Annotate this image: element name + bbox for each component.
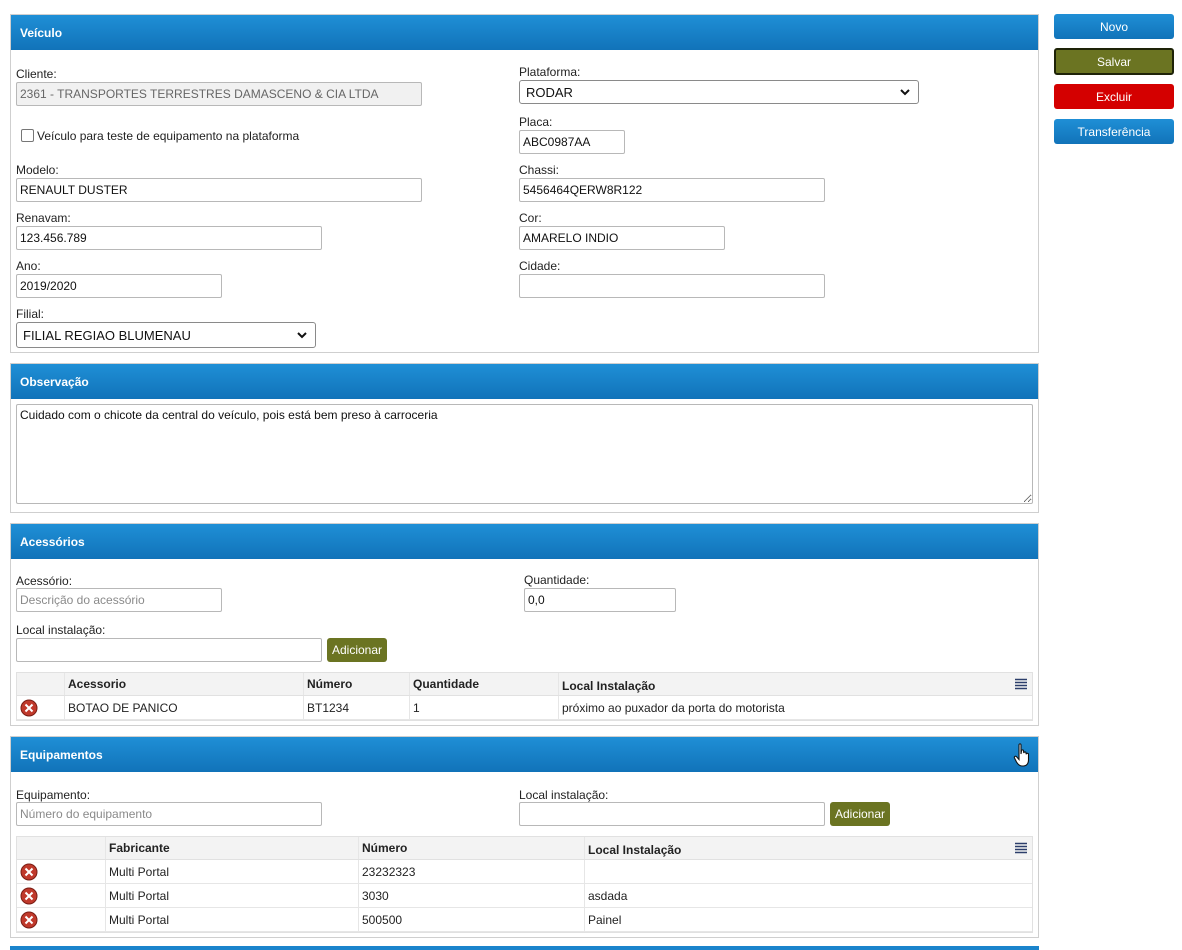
equipamentos-header[interactable]: Equipamentos	[11, 737, 1038, 772]
chevron-down-icon	[900, 89, 910, 96]
equipamento-local-input[interactable]	[519, 802, 825, 826]
plataforma-label: Plataforma:	[519, 65, 581, 79]
delete-cell	[17, 908, 105, 931]
table-cell: Multi Portal	[105, 884, 358, 907]
acessorio-local-input[interactable]	[16, 638, 322, 662]
placa-label: Placa:	[519, 115, 553, 129]
table-cell: Multi Portal	[105, 908, 358, 931]
table-cell: asdada	[584, 884, 1034, 907]
table-cell: 3030	[358, 884, 584, 907]
header-cell: Número	[358, 837, 584, 859]
table-row: BOTAO DE PANICO BT1234 1 próximo ao puxa…	[17, 696, 1032, 720]
plataforma-select[interactable]: RODAR	[519, 80, 919, 104]
cidade-field[interactable]	[519, 274, 825, 298]
header-cell: Local Instalação	[584, 837, 1034, 859]
acessorio-local-label: Local instalação:	[16, 623, 106, 637]
acessorios-table: Acessorio Número Quantidade Local Instal…	[16, 672, 1033, 721]
table-cell: Multi Portal	[105, 860, 358, 883]
table-cell: BOTAO DE PANICO	[64, 696, 303, 719]
cliente-field[interactable]	[16, 82, 422, 106]
ano-label: Ano:	[16, 259, 41, 273]
modelo-label: Modelo:	[16, 163, 59, 177]
delete-circle-icon[interactable]	[20, 887, 38, 905]
acessorio-label: Acessório:	[16, 574, 73, 588]
table-header: Fabricante Número Local Instalação	[17, 837, 1032, 860]
equipamentos-title: Equipamentos	[20, 747, 103, 762]
header-cell: Número	[303, 673, 409, 695]
plataforma-value: RODAR	[526, 84, 573, 100]
hand-pointer-icon	[1013, 743, 1030, 767]
table-row: Multi Portal 23232323	[17, 860, 1032, 884]
observacao-textarea[interactable]: Cuidado com o chicote da central do veíc…	[16, 404, 1033, 504]
veiculo-title: Veículo	[20, 25, 63, 40]
delete-circle-icon[interactable]	[20, 911, 38, 929]
header-cell: Quantidade	[409, 673, 558, 695]
table-cell: 23232323	[358, 860, 584, 883]
excluir-button[interactable]: Excluir	[1054, 84, 1174, 109]
renavam-label: Renavam:	[16, 211, 71, 225]
delete-circle-icon[interactable]	[20, 863, 38, 881]
novo-button[interactable]: Novo	[1054, 14, 1174, 39]
table-header: Acessorio Número Quantidade Local Instal…	[17, 673, 1032, 696]
header-cell-blank	[17, 673, 64, 695]
modelo-field[interactable]	[16, 178, 422, 202]
veiculo-panel: Veículo Cliente: Plataforma: RODAR Veícu…	[10, 14, 1039, 353]
column-menu-icon[interactable]	[1014, 841, 1028, 855]
table-row: Multi Portal 500500 Painel	[17, 908, 1032, 932]
teste-label: Veículo para teste de equipamento na pla…	[37, 129, 300, 143]
header-cell: Local Instalação	[558, 673, 1034, 695]
equipamento-local-label: Local instalação:	[519, 788, 609, 802]
ano-field[interactable]	[16, 274, 222, 298]
equipamentos-panel: Equipamentos Equipamento: Local instalaç…	[10, 736, 1039, 938]
veiculo-header: Veículo	[11, 15, 1038, 50]
chevron-down-icon	[297, 332, 307, 339]
placa-field[interactable]	[519, 130, 625, 154]
cliente-label: Cliente:	[16, 67, 57, 81]
transferencia-button[interactable]: Transferência	[1054, 119, 1174, 144]
equipamentos-table: Fabricante Número Local Instalação Multi…	[16, 836, 1033, 933]
table-cell: 1	[409, 696, 558, 719]
quantidade-label: Quantidade:	[524, 573, 590, 587]
equipamento-input[interactable]	[16, 802, 322, 826]
observacao-header: Observação	[11, 364, 1038, 399]
chassi-field[interactable]	[519, 178, 825, 202]
chassi-label: Chassi:	[519, 163, 560, 177]
teste-checkbox[interactable]	[21, 129, 34, 142]
next-panel-edge	[10, 946, 1039, 950]
delete-cell	[17, 696, 64, 719]
acessorio-adicionar-button[interactable]: Adicionar	[327, 638, 387, 662]
acessorios-header: Acessórios	[11, 524, 1038, 559]
header-cell: Acessorio	[64, 673, 303, 695]
table-cell: próximo ao puxador da porta do motorista	[558, 696, 1034, 719]
table-cell: BT1234	[303, 696, 409, 719]
filial-select[interactable]: FILIAL REGIAO BLUMENAU	[16, 322, 316, 348]
column-menu-icon[interactable]	[1014, 677, 1028, 691]
quantidade-input[interactable]	[524, 588, 676, 612]
cor-field[interactable]	[519, 226, 725, 250]
acessorio-input[interactable]	[16, 588, 222, 612]
header-cell-blank	[17, 837, 105, 859]
equipamento-adicionar-button[interactable]: Adicionar	[830, 802, 890, 826]
table-row: Multi Portal 3030 asdada	[17, 884, 1032, 908]
salvar-button[interactable]: Salvar	[1054, 48, 1174, 75]
cidade-label: Cidade:	[519, 259, 561, 273]
observacao-panel: Observação Cuidado com o chicote da cent…	[10, 363, 1039, 513]
header-cell: Fabricante	[105, 837, 358, 859]
delete-cell	[17, 884, 105, 907]
delete-circle-icon[interactable]	[20, 699, 38, 717]
table-cell: 500500	[358, 908, 584, 931]
acessorios-title: Acessórios	[20, 534, 85, 549]
acessorios-panel: Acessórios Acessório: Quantidade: Local …	[10, 523, 1039, 726]
equipamento-label: Equipamento:	[16, 788, 91, 802]
cor-label: Cor:	[519, 211, 542, 225]
delete-cell	[17, 860, 105, 883]
observacao-title: Observação	[20, 374, 89, 389]
filial-label: Filial:	[16, 307, 45, 321]
filial-value: FILIAL REGIAO BLUMENAU	[23, 327, 191, 343]
renavam-field[interactable]	[16, 226, 322, 250]
table-cell	[584, 860, 1034, 883]
table-cell: Painel	[584, 908, 1034, 931]
